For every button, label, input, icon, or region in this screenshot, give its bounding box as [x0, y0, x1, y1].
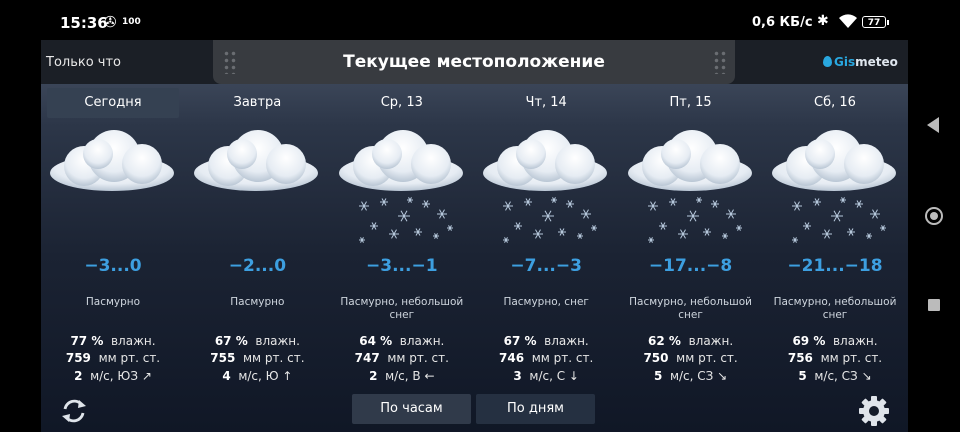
wifi-icon — [839, 14, 857, 28]
drop-icon — [823, 56, 832, 67]
cloud-icon — [483, 130, 608, 191]
cloud-icon — [627, 130, 752, 191]
day-tab[interactable]: Сегодня — [47, 88, 179, 118]
battery-icon: 77 — [862, 16, 889, 28]
wind-row: 5 м/с, СЗ ↘ — [798, 369, 872, 383]
daily-button[interactable]: По дням — [476, 394, 595, 424]
forecast-days: Сегодня −3...0 Пасмурно 77 % влажн. 759 … — [41, 84, 908, 384]
day-tab[interactable]: Ср, 13 — [336, 88, 468, 118]
temperature-range: −21...−18 — [787, 256, 883, 276]
hourly-button[interactable]: По часам — [352, 394, 471, 424]
cloud-icon — [338, 130, 463, 191]
pressure-row: 746 мм рт. ст. — [499, 351, 594, 365]
humidity-row: 67 % влажн. — [503, 334, 589, 348]
day-tab[interactable]: Чт, 14 — [480, 88, 612, 118]
day-column: Ср, 13 −3...−1 Пасмурно, небольшой снег … — [330, 84, 470, 384]
temperature-range: −2...0 — [228, 256, 287, 276]
system-nav-bar — [910, 0, 960, 432]
updated-label: Только что — [46, 55, 122, 70]
condition-text: Пасмурно, небольшой снег — [340, 296, 464, 321]
fan-icon: ✇ — [104, 13, 117, 31]
gear-icon[interactable] — [857, 394, 891, 428]
day-tab[interactable]: Завтра — [191, 88, 323, 118]
pressure-row: 747 мм рт. ст. — [354, 351, 449, 365]
condition-text: Пасмурно — [85, 296, 141, 308]
snowflakes-icon — [647, 197, 742, 243]
cloud-icon — [50, 130, 174, 191]
humidity-row: 64 % влажн. — [359, 334, 445, 348]
status-bar: 15:36 ✇ 100 0,6 КБ/с ✱ 77 — [0, 0, 910, 40]
pressure-row: 755 мм рт. ст. — [210, 351, 305, 365]
drag-handle-right-icon[interactable] — [713, 50, 727, 74]
pressure-row: 750 мм рт. ст. — [643, 351, 738, 365]
humidity-row: 69 % влажн. — [792, 334, 878, 348]
wind-row: 3 м/с, С ↓ — [513, 369, 579, 383]
refresh-icon[interactable] — [57, 394, 91, 428]
gismeteo-logo: Gismeteo — [823, 55, 898, 69]
page-title: Текущее местоположение — [343, 52, 605, 72]
snowflakes-icon — [503, 197, 598, 243]
wind-row: 2 м/с, В ← — [369, 369, 435, 383]
weather-app: Только что Текущее местоположение Gismet… — [41, 40, 908, 432]
recents-icon[interactable] — [928, 299, 940, 311]
condition-text: Пасмурно — [230, 296, 285, 308]
wind-row: 4 м/с, Ю ↑ — [222, 369, 293, 383]
humidity-row: 67 % влажн. — [214, 334, 300, 348]
cloud-icon — [194, 130, 319, 191]
wind-row: 5 м/с, СЗ ↘ — [653, 369, 728, 383]
network-speed: 0,6 КБ/с — [752, 15, 813, 30]
temperature-range: −7...−3 — [510, 256, 582, 276]
snowflakes-icon — [792, 197, 886, 243]
temperature-range: −3...0 — [84, 256, 142, 276]
day-tab[interactable]: Пт, 15 — [625, 88, 757, 118]
home-icon[interactable] — [925, 207, 943, 225]
day-column: Пт, 15 −17...−8 Пасмурно, небольшой снег… — [619, 84, 759, 384]
temperature-range: −17...−8 — [648, 256, 733, 276]
day-column: Сегодня −3...0 Пасмурно 77 % влажн. 759 … — [41, 84, 181, 384]
condition-text: Пасмурно, снег — [503, 296, 589, 308]
pressure-row: 756 мм рт. ст. — [787, 351, 883, 365]
footer: По часам По дням — [41, 390, 908, 432]
header: Только что Текущее местоположение Gismet… — [41, 40, 908, 84]
day-column: Завтра −2...0 Пасмурно 67 % влажн. 755 м… — [185, 84, 325, 384]
day-tab[interactable]: Сб, 16 — [769, 88, 901, 118]
back-icon[interactable] — [927, 117, 939, 133]
location-bar[interactable]: Текущее местоположение — [213, 40, 735, 84]
condition-text: Пасмурно, небольшой снег — [629, 296, 753, 321]
cloud-icon — [772, 130, 896, 191]
condition-text: Пасмурно, небольшой снег — [773, 296, 897, 321]
humidity-row: 77 % влажн. — [70, 334, 156, 348]
day-column: Сб, 16 −21...−18 Пасмурно, небольшой сне… — [763, 84, 903, 384]
snowflakes-icon — [358, 197, 453, 243]
temperature-range: −3...−1 — [366, 256, 438, 276]
hundred-badge: 100 — [122, 17, 141, 27]
pressure-row: 759 мм рт. ст. — [65, 351, 161, 365]
wind-row: 2 м/с, ЮЗ ↗ — [74, 369, 152, 383]
bluetooth-icon: ✱ — [817, 13, 829, 29]
humidity-row: 62 % влажн. — [648, 334, 734, 348]
day-column: Чт, 14 −7...−3 Пасмурно, снег 67 % влажн… — [474, 84, 614, 384]
status-time: 15:36 — [60, 14, 108, 32]
